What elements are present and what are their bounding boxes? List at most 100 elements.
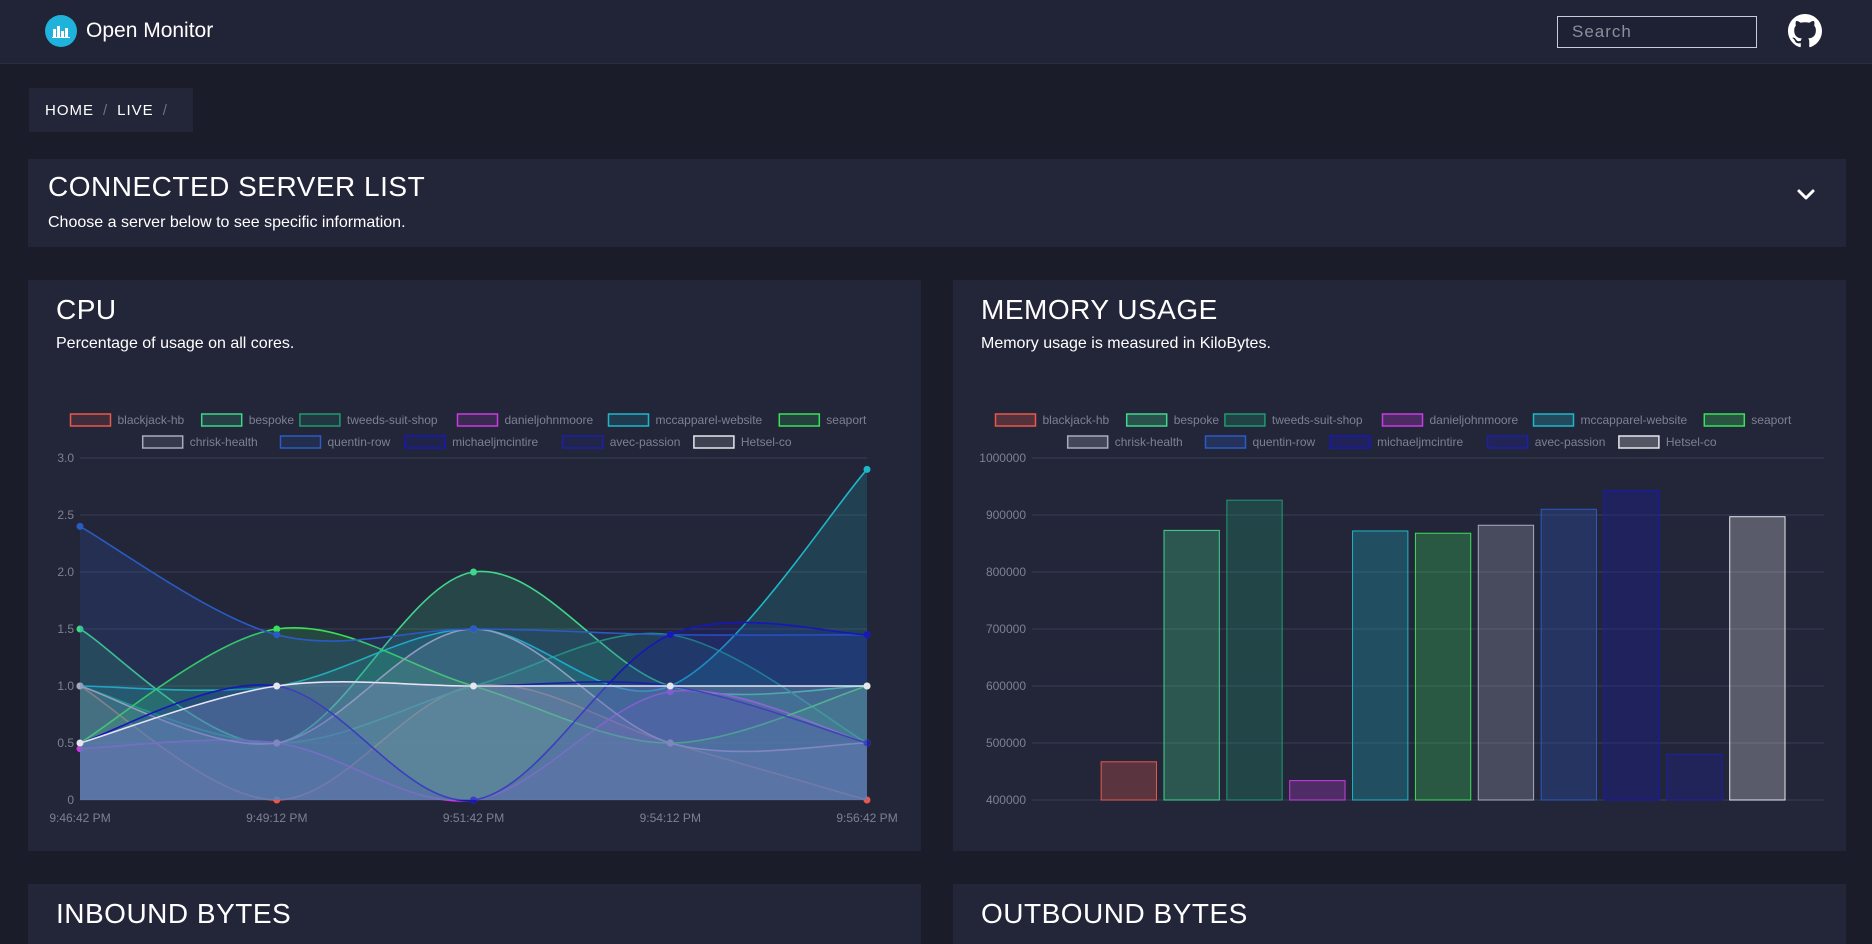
connected-server-list-panel: CONNECTED SERVER LIST Choose a server be… <box>28 159 1846 247</box>
server-list-subtitle: Choose a server below to see specific in… <box>48 214 406 231</box>
legend-label: quentin-row <box>328 435 391 449</box>
data-point <box>470 682 477 690</box>
memory-card: 400000 500000 600000 700000 800000 900000 1000… <box>953 280 1846 851</box>
legend-label: seaport <box>826 413 867 427</box>
data-point <box>273 625 281 633</box>
legend-label: michaeljmcintire <box>1377 435 1463 449</box>
memory-title: MEMORY USAGE <box>981 294 1218 325</box>
legend-swatch <box>279 435 322 449</box>
legend-swatch <box>299 413 341 427</box>
outbound-title: OUTBOUND BYTES <box>981 898 1248 929</box>
legend-swatch <box>994 413 1037 427</box>
legend-label: blackjack-hb <box>1043 413 1110 427</box>
legend-label: Hetsel-co <box>1666 435 1717 449</box>
y-tick-label: 1.5 <box>57 622 74 636</box>
legend-label: seaport <box>1751 413 1792 427</box>
bar <box>1477 524 1535 801</box>
legend-swatch <box>607 413 650 427</box>
y-tick-label: 1.0 <box>57 679 74 693</box>
data-point <box>470 625 477 633</box>
y-tick-label: 0 <box>67 793 74 807</box>
breadcrumb-home[interactable]: HOME <box>45 102 94 119</box>
data-point <box>470 568 477 576</box>
x-tick-label: 9:56:42 PM <box>836 811 897 825</box>
bar <box>1289 780 1346 801</box>
legend-swatch <box>404 435 446 449</box>
legend-swatch <box>1329 435 1371 449</box>
app-title: Open Monitor <box>86 19 214 42</box>
legend-label: avec-passion <box>1535 435 1606 449</box>
legend-label: chrisk-health <box>190 435 258 449</box>
github-icon[interactable] <box>1788 14 1822 48</box>
data-point <box>863 682 871 690</box>
legend-swatch <box>1618 435 1660 449</box>
inbound-title: INBOUND BYTES <box>56 898 292 929</box>
y-tick-label: 600000 <box>986 679 1026 693</box>
memory-chart: 400000 500000 600000 700000 800000 900000 1000… <box>979 413 1824 807</box>
y-tick-label: 500000 <box>986 736 1026 750</box>
legend-swatch <box>1381 413 1424 427</box>
legend-swatch <box>1224 413 1266 427</box>
y-tick-label: 900000 <box>986 508 1026 522</box>
top-navbar: Open Monitor <box>0 0 1872 64</box>
cpu-card: 0 0.5 1.0 1.5 2.0 2.5 3.0 9:46:42 PM 9:49:12 PM 9… <box>28 280 921 851</box>
bar <box>1100 761 1157 801</box>
x-tick-label: 9:51:42 PM <box>443 811 504 825</box>
legend-swatch <box>693 435 735 449</box>
legend-swatch <box>200 413 243 427</box>
breadcrumb: HOME / LIVE / <box>29 88 193 132</box>
legend-swatch <box>1125 413 1168 427</box>
legend-swatch <box>1532 413 1575 427</box>
legend-label: quentin-row <box>1253 435 1316 449</box>
legend-label: bespoke <box>1174 413 1220 427</box>
breadcrumb-separator: / <box>162 101 168 119</box>
breadcrumb-live[interactable]: LIVE <box>117 102 154 119</box>
bar <box>1414 532 1472 801</box>
data-point <box>273 631 281 639</box>
inbound-bytes-card: INBOUND BYTES <box>28 884 921 944</box>
bar <box>1540 508 1597 801</box>
data-point <box>76 522 84 530</box>
legend-label: bespoke <box>249 413 295 427</box>
legend-label: blackjack-hb <box>118 413 185 427</box>
legend-swatch <box>456 413 499 427</box>
cpu-subtitle: Percentage of usage on all cores. <box>56 335 295 352</box>
legend-label: michaeljmcintire <box>452 435 538 449</box>
legend-swatch <box>1703 413 1746 427</box>
y-tick-label: 2.5 <box>57 508 74 522</box>
data-point <box>76 739 84 747</box>
y-tick-label: 3.0 <box>57 451 74 465</box>
breadcrumb-separator: / <box>103 101 109 119</box>
x-tick-label: 9:54:12 PM <box>640 811 701 825</box>
brand[interactable]: Open Monitor <box>45 15 213 47</box>
legend-swatch <box>141 435 184 449</box>
legend-label: mccapparel-website <box>656 413 763 427</box>
legend-swatch <box>69 413 112 427</box>
legend-label: chrisk-health <box>1115 435 1183 449</box>
x-tick-label: 9:46:42 PM <box>49 811 110 825</box>
bar <box>1666 753 1723 801</box>
x-tick-label: 9:49:12 PM <box>246 811 307 825</box>
bar <box>1163 529 1220 801</box>
legend-label: mccapparel-website <box>1581 413 1688 427</box>
legend-swatch <box>1066 435 1109 449</box>
y-tick-label: 800000 <box>986 565 1026 579</box>
legend-label: danieljohnmoore <box>505 413 594 427</box>
cpu-title: CPU <box>56 294 117 325</box>
bar <box>1226 499 1283 801</box>
legend-label: tweeds-suit-shop <box>1272 413 1363 427</box>
bar <box>1352 530 1409 801</box>
search-input[interactable] <box>1557 16 1757 48</box>
bar <box>1729 516 1786 801</box>
y-tick-label: 1000000 <box>979 451 1026 465</box>
y-tick-label: 0.5 <box>57 736 74 750</box>
legend-swatch <box>561 435 604 449</box>
data-point <box>863 631 871 639</box>
chevron-down-icon[interactable] <box>1792 181 1820 209</box>
bar <box>1603 489 1660 801</box>
legend-label: avec-passion <box>610 435 681 449</box>
memory-subtitle: Memory usage is measured in KiloBytes. <box>981 335 1271 352</box>
y-tick-label: 2.0 <box>57 565 74 579</box>
legend-swatch <box>1486 435 1529 449</box>
data-point <box>666 682 674 690</box>
